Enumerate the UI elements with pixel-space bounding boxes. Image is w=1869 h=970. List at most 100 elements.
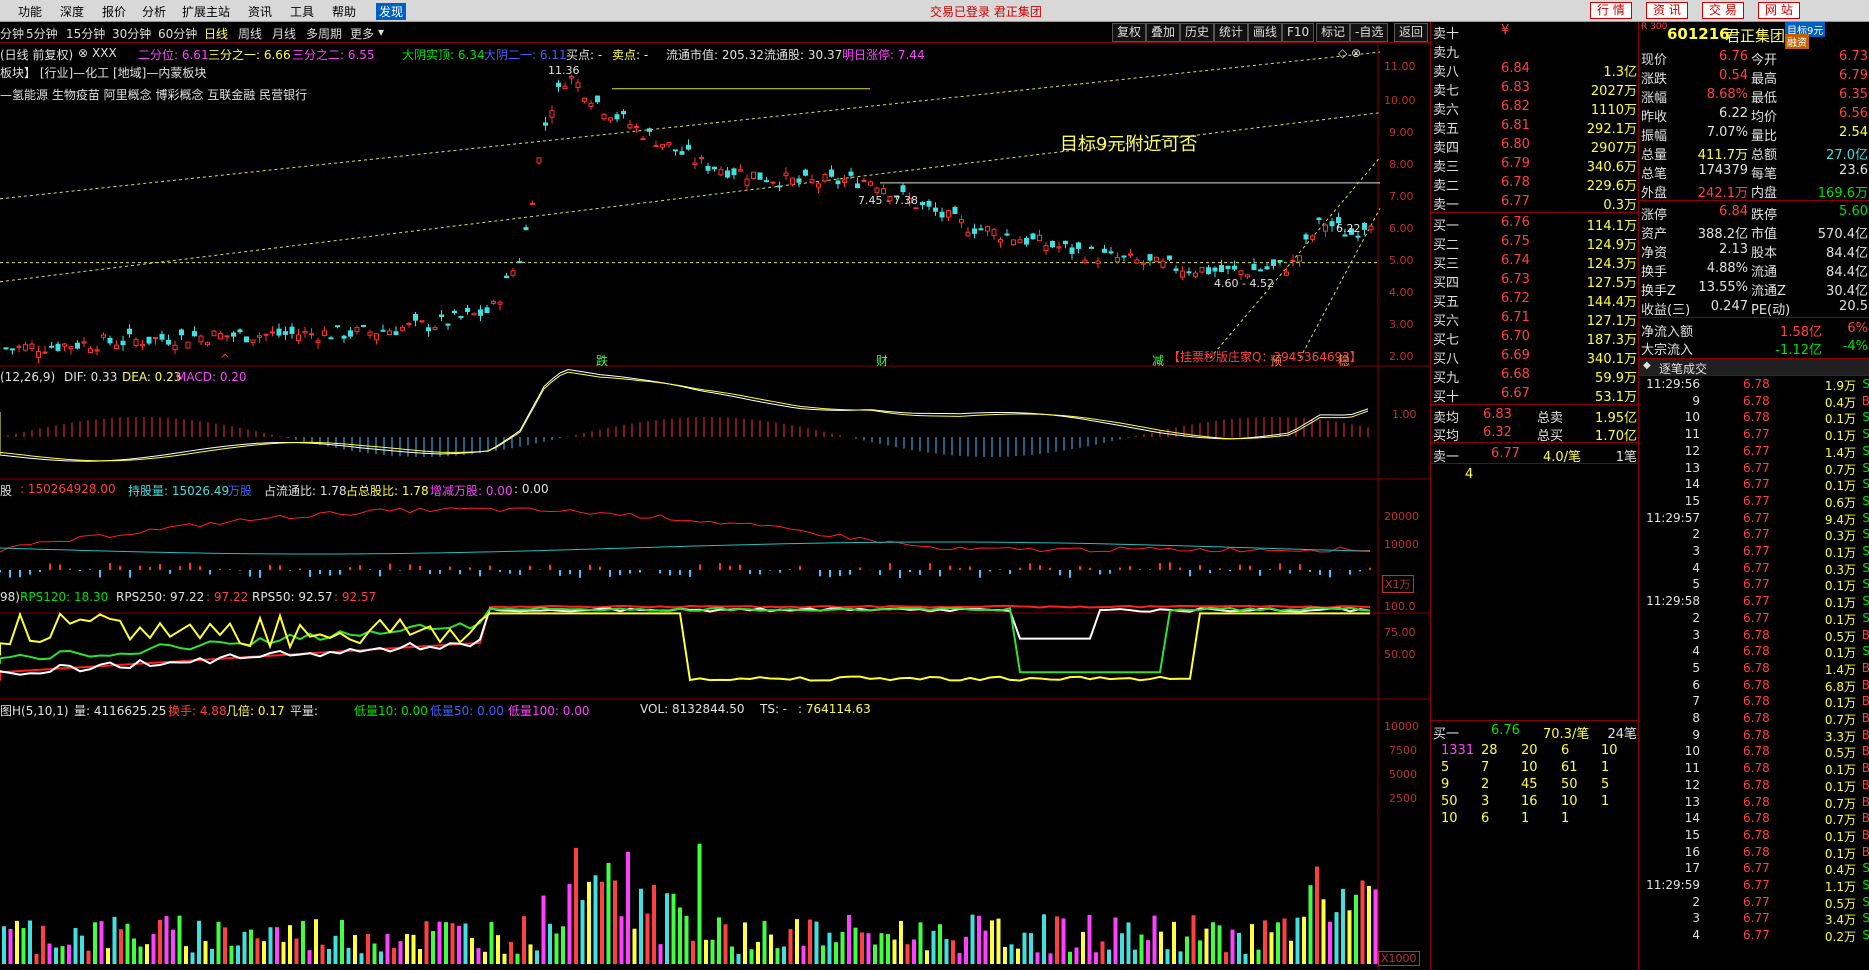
- f10-button[interactable]: F10: [1282, 23, 1315, 42]
- period-1min[interactable]: 分钟: [0, 25, 24, 42]
- website-tab-button[interactable]: 网 站: [1758, 2, 1800, 19]
- restore-rights-button[interactable]: 复权: [1112, 23, 1147, 42]
- menu-analysis[interactable]: 分析: [142, 3, 166, 20]
- holder-unit-tag: X1万: [1382, 575, 1414, 593]
- vol-ts: TS: -: [760, 702, 788, 716]
- dropdown-arrow-icon[interactable]: ▾: [378, 25, 384, 39]
- buy-row[interactable]: 买七 6.70 187.3万: [1431, 328, 1639, 348]
- menu-extension[interactable]: 扩展主站: [182, 3, 230, 20]
- volume-bar: [242, 931, 247, 964]
- menu-function[interactable]: 功能: [18, 3, 42, 20]
- candle-body: [1238, 270, 1244, 275]
- menu-quote[interactable]: 报价: [102, 3, 126, 20]
- sell-row[interactable]: 卖六 6.82 1110万: [1431, 98, 1639, 118]
- period-daily[interactable]: 日线: [204, 25, 228, 42]
- stat-value: 2.13: [1719, 242, 1748, 257]
- quote-tab-button[interactable]: 行 情: [1590, 2, 1632, 19]
- holder-label: 股: [0, 484, 13, 498]
- trade-tab-button[interactable]: 交 易: [1702, 2, 1744, 19]
- stat-value: 0.247: [1710, 299, 1748, 314]
- buy-row[interactable]: 买五 6.72 144.4万: [1431, 290, 1639, 310]
- stat-label: 涨幅: [1641, 91, 1668, 106]
- holder-unit: 万股: [228, 484, 253, 498]
- volume-bar: [840, 932, 845, 964]
- candle-body: [679, 151, 685, 155]
- stat-value: 84.4亿: [1826, 265, 1868, 280]
- order-level-label: 买六: [1433, 314, 1460, 329]
- candle-body: [666, 142, 672, 146]
- volume-bar: [1282, 918, 1287, 964]
- sell-row[interactable]: 卖八 6.84 1.3亿: [1431, 60, 1639, 80]
- sell-row[interactable]: 卖五 6.81 292.1万: [1431, 117, 1639, 137]
- sell-row[interactable]: 卖七 6.83 2027万: [1431, 79, 1639, 99]
- buy-row[interactable]: 买三 6.74 124.3万: [1431, 252, 1639, 272]
- buy-row[interactable]: 买六 6.71 127.1万: [1431, 309, 1639, 329]
- tick-volume: 1.1万: [1824, 880, 1856, 894]
- stat-row: 资产 388.2亿 市值 570.4亿: [1639, 222, 1869, 242]
- volume-bar: [574, 847, 578, 964]
- buy-row[interactable]: 买二 6.75 124.9万: [1431, 233, 1639, 253]
- period-more[interactable]: 更多: [350, 25, 374, 42]
- close-icon[interactable]: ⊗: [78, 46, 88, 60]
- volume-bar: [1315, 866, 1319, 964]
- mark-button[interactable]: 标记: [1316, 23, 1351, 42]
- menu-tools[interactable]: 工具: [290, 3, 314, 20]
- order-level-label: 卖二: [1433, 179, 1460, 194]
- buy-row[interactable]: 买四 6.73 127.5万: [1431, 271, 1639, 291]
- period-multi[interactable]: 多周期: [306, 25, 342, 42]
- history-button[interactable]: 历史: [1180, 23, 1215, 42]
- chart-canvas[interactable]: [0, 42, 1430, 970]
- period-5min[interactable]: 5分钟: [26, 25, 58, 42]
- buy-row[interactable]: 买一 6.76 114.1万: [1431, 214, 1639, 234]
- queue-cell: 1331: [1441, 743, 1475, 758]
- holder-extra: : 0.00: [514, 482, 549, 496]
- statistics-button[interactable]: 统计: [1214, 23, 1249, 42]
- chart-mode-label[interactable]: (日线 前复权): [0, 46, 73, 63]
- order-book-panel: 卖十 ¥ 卖九 卖八 6.84 1.3亿 卖七 6.83 2027万 卖六 6.82 1110万 卖五 6…: [1430, 22, 1639, 970]
- ticks-header[interactable]: ◆ 逐笔成交: [1639, 358, 1869, 376]
- tick-volume: 3.3万: [1824, 729, 1856, 744]
- menu-news[interactable]: 资讯: [248, 3, 272, 20]
- vol-tick: 2500: [1389, 792, 1417, 805]
- sell-row[interactable]: 卖二 6.78 229.6万: [1431, 174, 1639, 194]
- buy-row[interactable]: 买八 6.69 340.1万: [1431, 347, 1639, 367]
- menu-help[interactable]: 帮助: [332, 3, 356, 20]
- menu-discover[interactable]: 发现: [376, 3, 407, 20]
- tick-row: 2 6.77 0.1万 S: [1639, 610, 1869, 627]
- period-60min[interactable]: 60分钟: [158, 25, 197, 42]
- tick-row: 7 6.78 0.1万 B: [1639, 693, 1869, 710]
- overlay-button[interactable]: 叠加: [1146, 23, 1181, 42]
- stat-value: 6.73: [1839, 49, 1868, 64]
- period-15min[interactable]: 15分钟: [66, 25, 105, 42]
- holder-line: [0, 541, 1371, 555]
- volume-bar: [1321, 899, 1326, 964]
- sell-row[interactable]: 卖九: [1431, 41, 1639, 61]
- tick-side: S: [1862, 427, 1869, 442]
- back-button[interactable]: 返回: [1394, 23, 1429, 42]
- period-weekly[interactable]: 周线: [238, 25, 262, 42]
- stat-row: 涨停 6.84 跌停 5.60: [1639, 203, 1869, 223]
- period-monthly[interactable]: 月线: [272, 25, 296, 42]
- tick-row: 11:29:58 6.77 0.1万 S: [1639, 593, 1869, 610]
- diamond-icon[interactable]: ◇ ⊗: [1338, 46, 1361, 60]
- period-30min[interactable]: 30分钟: [112, 25, 151, 42]
- volume-bar: [385, 933, 390, 964]
- sell-row[interactable]: 卖三 6.79 340.6万: [1431, 155, 1639, 175]
- volume-bar: [808, 919, 812, 964]
- sell-row[interactable]: 卖四 6.80 2907万: [1431, 136, 1639, 156]
- volume-panel: [2, 843, 1378, 964]
- sell-row[interactable]: 卖一 6.77 0.3万: [1431, 193, 1639, 213]
- order-level-label: 买三: [1433, 257, 1460, 272]
- buy-row[interactable]: 买九 6.68 59.9万: [1431, 366, 1639, 386]
- news-tab-button[interactable]: 资 讯: [1646, 2, 1688, 19]
- remove-watchlist-button[interactable]: -自选: [1350, 23, 1389, 42]
- draw-line-button[interactable]: 画线: [1248, 23, 1283, 42]
- volume-bar: [873, 944, 877, 964]
- volume-bar: [606, 862, 611, 964]
- sell-row[interactable]: 卖十 ¥: [1431, 22, 1639, 42]
- menu-depth[interactable]: 深度: [60, 3, 84, 20]
- buy-row[interactable]: 买十 6.67 53.1万: [1431, 385, 1639, 405]
- kline-chart-area[interactable]: (日线 前复权) ⊗ XXX 二分位: 6.61 三分之一: 6.66 三分之二…: [0, 42, 1430, 970]
- volume-bar: [1094, 952, 1098, 964]
- volume-bar: [632, 928, 637, 964]
